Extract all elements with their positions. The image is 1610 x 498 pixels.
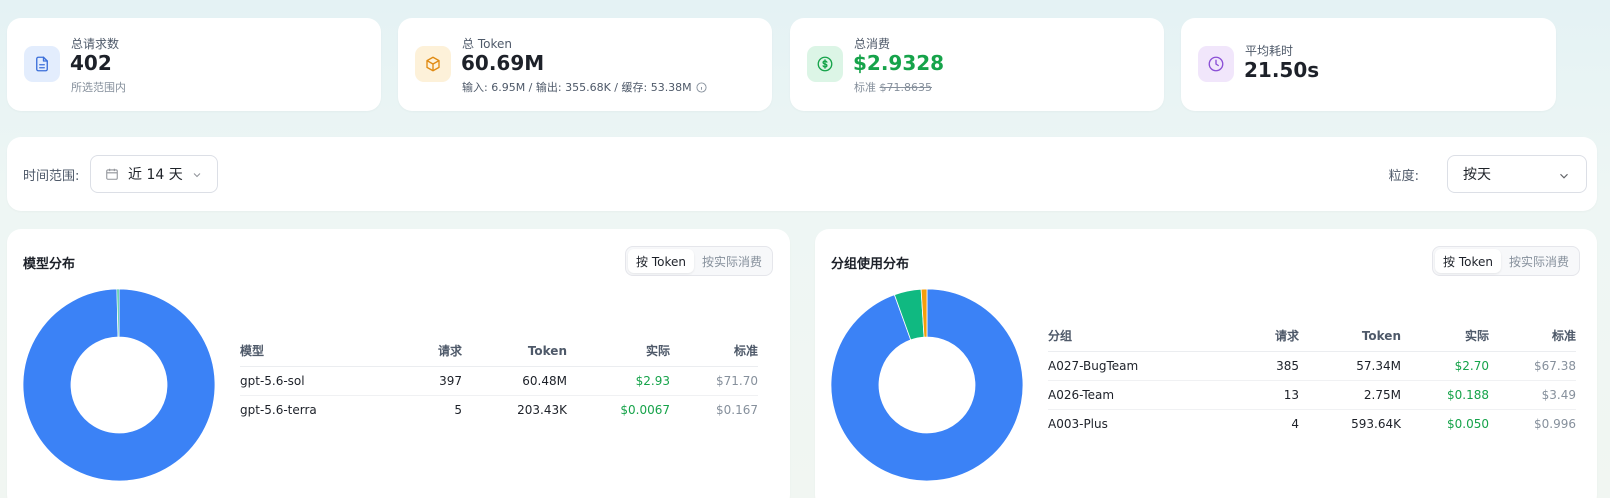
document-icon — [24, 46, 60, 82]
chevron-down-icon — [193, 173, 201, 178]
cell-requests: 385 — [1213, 351, 1299, 381]
stat-sub: 所选范围内 — [71, 81, 126, 94]
cell-actual: $0.0067 — [620, 402, 670, 417]
table-row: A027-BugTeam 385 57.34M $2.70 $67.38 — [1048, 351, 1576, 381]
group-table: 分组 请求 Token 实际 标准 A027-BugTeam 385 57.34… — [1048, 321, 1576, 438]
cell-group: A027-BugTeam — [1048, 351, 1213, 381]
toggle-by-token[interactable]: 按 Token — [628, 249, 694, 273]
clock-icon — [1198, 46, 1234, 82]
model-table: 模型 请求 Token 实际 标准 gpt-5.6-sol 397 60.48M… — [240, 336, 758, 424]
time-range-label: 时间范围: — [23, 169, 80, 184]
stat-label: 平均耗时 — [1245, 44, 1294, 58]
col-requests: 请求 — [380, 336, 462, 367]
cell-model: gpt-5.6-terra — [240, 402, 317, 417]
col-actual: 实际 — [567, 336, 670, 367]
cell-group: A026-Team — [1048, 380, 1213, 410]
stat-value: 60.69M — [461, 51, 545, 75]
stat-sub: 输入: 6.95M / 输出: 355.68K / 缓存: 53.38M — [462, 79, 707, 95]
stat-value: $2.9328 — [853, 51, 945, 75]
standard-price: $71.8635 — [879, 81, 933, 94]
cell-actual: $0.188 — [1401, 380, 1489, 410]
col-standard: 标准 — [670, 336, 758, 367]
metric-toggle: 按 Token 按实际消费 — [625, 246, 773, 276]
cell-requests: 5 — [454, 402, 462, 417]
cell-standard: $3.49 — [1489, 380, 1576, 410]
toggle-by-actual-cost[interactable]: 按实际消费 — [694, 249, 770, 273]
dollar-icon — [807, 46, 843, 82]
group-donut-chart — [831, 289, 1023, 481]
stat-card-latency: 平均耗时 21.50s — [1181, 18, 1556, 111]
cell-requests: 4 — [1291, 416, 1299, 431]
cell-token: 593.64K — [1351, 416, 1401, 431]
col-token: Token — [462, 336, 567, 367]
stat-card-cost: 总消费 $2.9328 标准 $71.8635 — [790, 18, 1164, 111]
stat-label: 总请求数 — [71, 37, 120, 51]
cell-group: A003-Plus — [1048, 416, 1108, 431]
col-standard: 标准 — [1489, 321, 1576, 352]
table-row: A026-Team 13 2.75M $0.188 $3.49 — [1048, 380, 1576, 410]
group-distribution-panel: 分组使用分布 按 Token 按实际消费 分组 请求 Token 实际 标准 A… — [815, 229, 1597, 498]
col-requests: 请求 — [1213, 321, 1299, 352]
table-row: gpt-5.6-sol 397 60.48M $2.93 $71.70 — [240, 366, 758, 396]
stat-card-tokens: 总 Token 60.69M 输入: 6.95M / 输出: 355.68K /… — [398, 18, 772, 111]
stat-label: 总消费 — [854, 37, 891, 51]
info-icon[interactable] — [696, 81, 707, 93]
panel-title: 模型分布 — [23, 257, 76, 272]
cell-requests: 13 — [1213, 380, 1299, 410]
granularity-select[interactable]: 按天 — [1447, 155, 1587, 193]
cell-actual: $2.70 — [1401, 351, 1489, 381]
toggle-by-token[interactable]: 按 Token — [1435, 249, 1501, 273]
granularity-label: 粒度: — [1388, 169, 1419, 184]
table-header: 分组 请求 Token 实际 标准 — [1048, 321, 1576, 352]
calendar-icon — [106, 168, 118, 180]
panel-title: 分组使用分布 — [831, 257, 910, 272]
cell-standard: $0.167 — [716, 402, 758, 417]
stat-label: 总 Token — [462, 37, 512, 51]
cell-requests: 397 — [380, 366, 462, 396]
stat-value: 21.50s — [1244, 58, 1320, 82]
cell-standard: $71.70 — [670, 366, 758, 396]
filter-bar: 时间范围: 近 14 天 粒度: 按天 — [7, 137, 1597, 211]
cell-token: 60.48M — [462, 366, 567, 396]
col-model: 模型 — [240, 336, 380, 367]
toggle-by-actual-cost[interactable]: 按实际消费 — [1501, 249, 1577, 273]
col-actual: 实际 — [1401, 321, 1489, 352]
stat-card-requests: 总请求数 402 所选范围内 — [7, 18, 381, 111]
stat-sub: 标准 $71.8635 — [854, 79, 932, 95]
table-row: gpt-5.6-terra 5 203.43K $0.0067 $0.167 — [240, 395, 758, 424]
chevron-down-icon — [1560, 173, 1568, 179]
col-group: 分组 — [1048, 321, 1213, 352]
stat-value: 402 — [70, 51, 112, 75]
model-distribution-panel: 模型分布 按 Token 按实际消费 模型 请求 Token 实际 标准 gpt… — [7, 229, 790, 498]
metric-toggle: 按 Token 按实际消费 — [1432, 246, 1580, 276]
standard-label: 标准 — [854, 81, 876, 94]
cell-standard: $0.996 — [1534, 416, 1576, 431]
cell-token: 2.75M — [1299, 380, 1401, 410]
table-header: 模型 请求 Token 实际 标准 — [240, 336, 758, 367]
cell-token: 57.34M — [1299, 351, 1401, 381]
time-range-value: 近 14 天 — [128, 167, 183, 183]
cell-standard: $67.38 — [1489, 351, 1576, 381]
cell-actual: $0.050 — [1447, 416, 1489, 431]
col-token: Token — [1299, 321, 1401, 352]
table-row: A003-Plus 4 593.64K $0.050 $0.996 — [1048, 409, 1576, 438]
cell-model: gpt-5.6-sol — [240, 366, 380, 396]
cell-token: 203.43K — [517, 402, 567, 417]
cell-actual: $2.93 — [567, 366, 670, 396]
granularity-value: 按天 — [1463, 167, 1491, 183]
token-breakdown: 输入: 6.95M / 输出: 355.68K / 缓存: 53.38M — [462, 81, 692, 94]
cube-icon — [415, 46, 451, 82]
model-donut-chart — [23, 289, 215, 481]
time-range-select[interactable]: 近 14 天 — [90, 155, 218, 193]
